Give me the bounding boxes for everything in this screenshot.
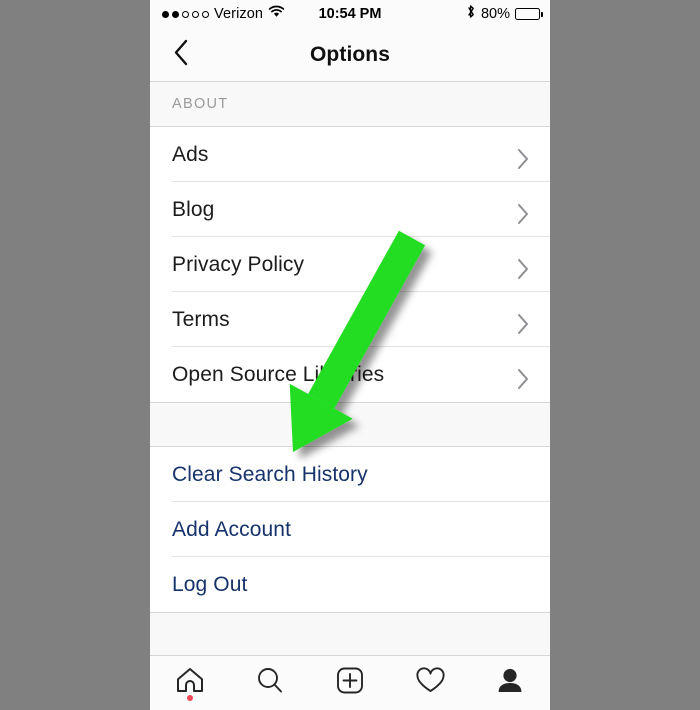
chevron-right-icon [516, 148, 530, 169]
list-item-privacy-policy[interactable]: Privacy Policy [150, 237, 550, 292]
list-item-terms[interactable]: Terms [150, 292, 550, 347]
section-spacer-upper [150, 402, 550, 447]
list-item-blog[interactable]: Blog [150, 182, 550, 237]
list-item-label: Log Out [172, 572, 248, 596]
chevron-right-icon [516, 368, 530, 389]
section-header-about: ABOUT [150, 82, 550, 127]
list-item-label: Ads [172, 142, 209, 166]
navigation-bar: Options [150, 28, 550, 82]
tab-activity[interactable] [390, 656, 470, 710]
list-item-log-out[interactable]: Log Out [150, 557, 550, 612]
chevron-right-icon [516, 313, 530, 334]
tab-add-post[interactable] [310, 656, 390, 710]
list-item-label: Clear Search History [172, 462, 368, 486]
tab-search[interactable] [230, 656, 310, 710]
screenshot-stage: Verizon 10:54 PM 80% Options ABOUT Ads B… [0, 0, 700, 710]
home-tab-badge [187, 695, 193, 701]
list-item-open-source-libraries[interactable]: Open Source Libraries [150, 347, 550, 402]
tab-profile[interactable] [470, 656, 550, 710]
heart-icon [415, 666, 446, 700]
chevron-right-icon [516, 203, 530, 224]
chevron-right-icon [516, 258, 530, 279]
battery-percent-label: 80% [480, 6, 510, 22]
bluetooth-icon [466, 4, 476, 24]
chevron-left-icon [173, 39, 190, 71]
status-bar-right: 80% [466, 4, 543, 24]
list-item-label: Add Account [172, 517, 292, 541]
back-button[interactable] [164, 38, 198, 72]
profile-icon [495, 666, 525, 700]
search-icon [255, 666, 285, 700]
tab-bar [150, 655, 550, 710]
list-item-label: Terms [172, 307, 230, 331]
phone-screen: Verizon 10:54 PM 80% Options ABOUT Ads B… [150, 0, 550, 710]
section-spacer-lower [150, 612, 550, 657]
add-post-icon [335, 666, 365, 700]
list-item-ads[interactable]: Ads [150, 127, 550, 182]
list-item-label: Blog [172, 197, 215, 221]
list-item-label: Open Source Libraries [172, 362, 385, 386]
tab-home[interactable] [150, 656, 230, 710]
battery-icon [515, 8, 543, 20]
page-title: Options [309, 42, 391, 66]
list-item-clear-search-history[interactable]: Clear Search History [150, 447, 550, 502]
list-item-add-account[interactable]: Add Account [150, 502, 550, 557]
status-bar: Verizon 10:54 PM 80% [150, 0, 550, 28]
list-item-label: Privacy Policy [172, 252, 305, 276]
